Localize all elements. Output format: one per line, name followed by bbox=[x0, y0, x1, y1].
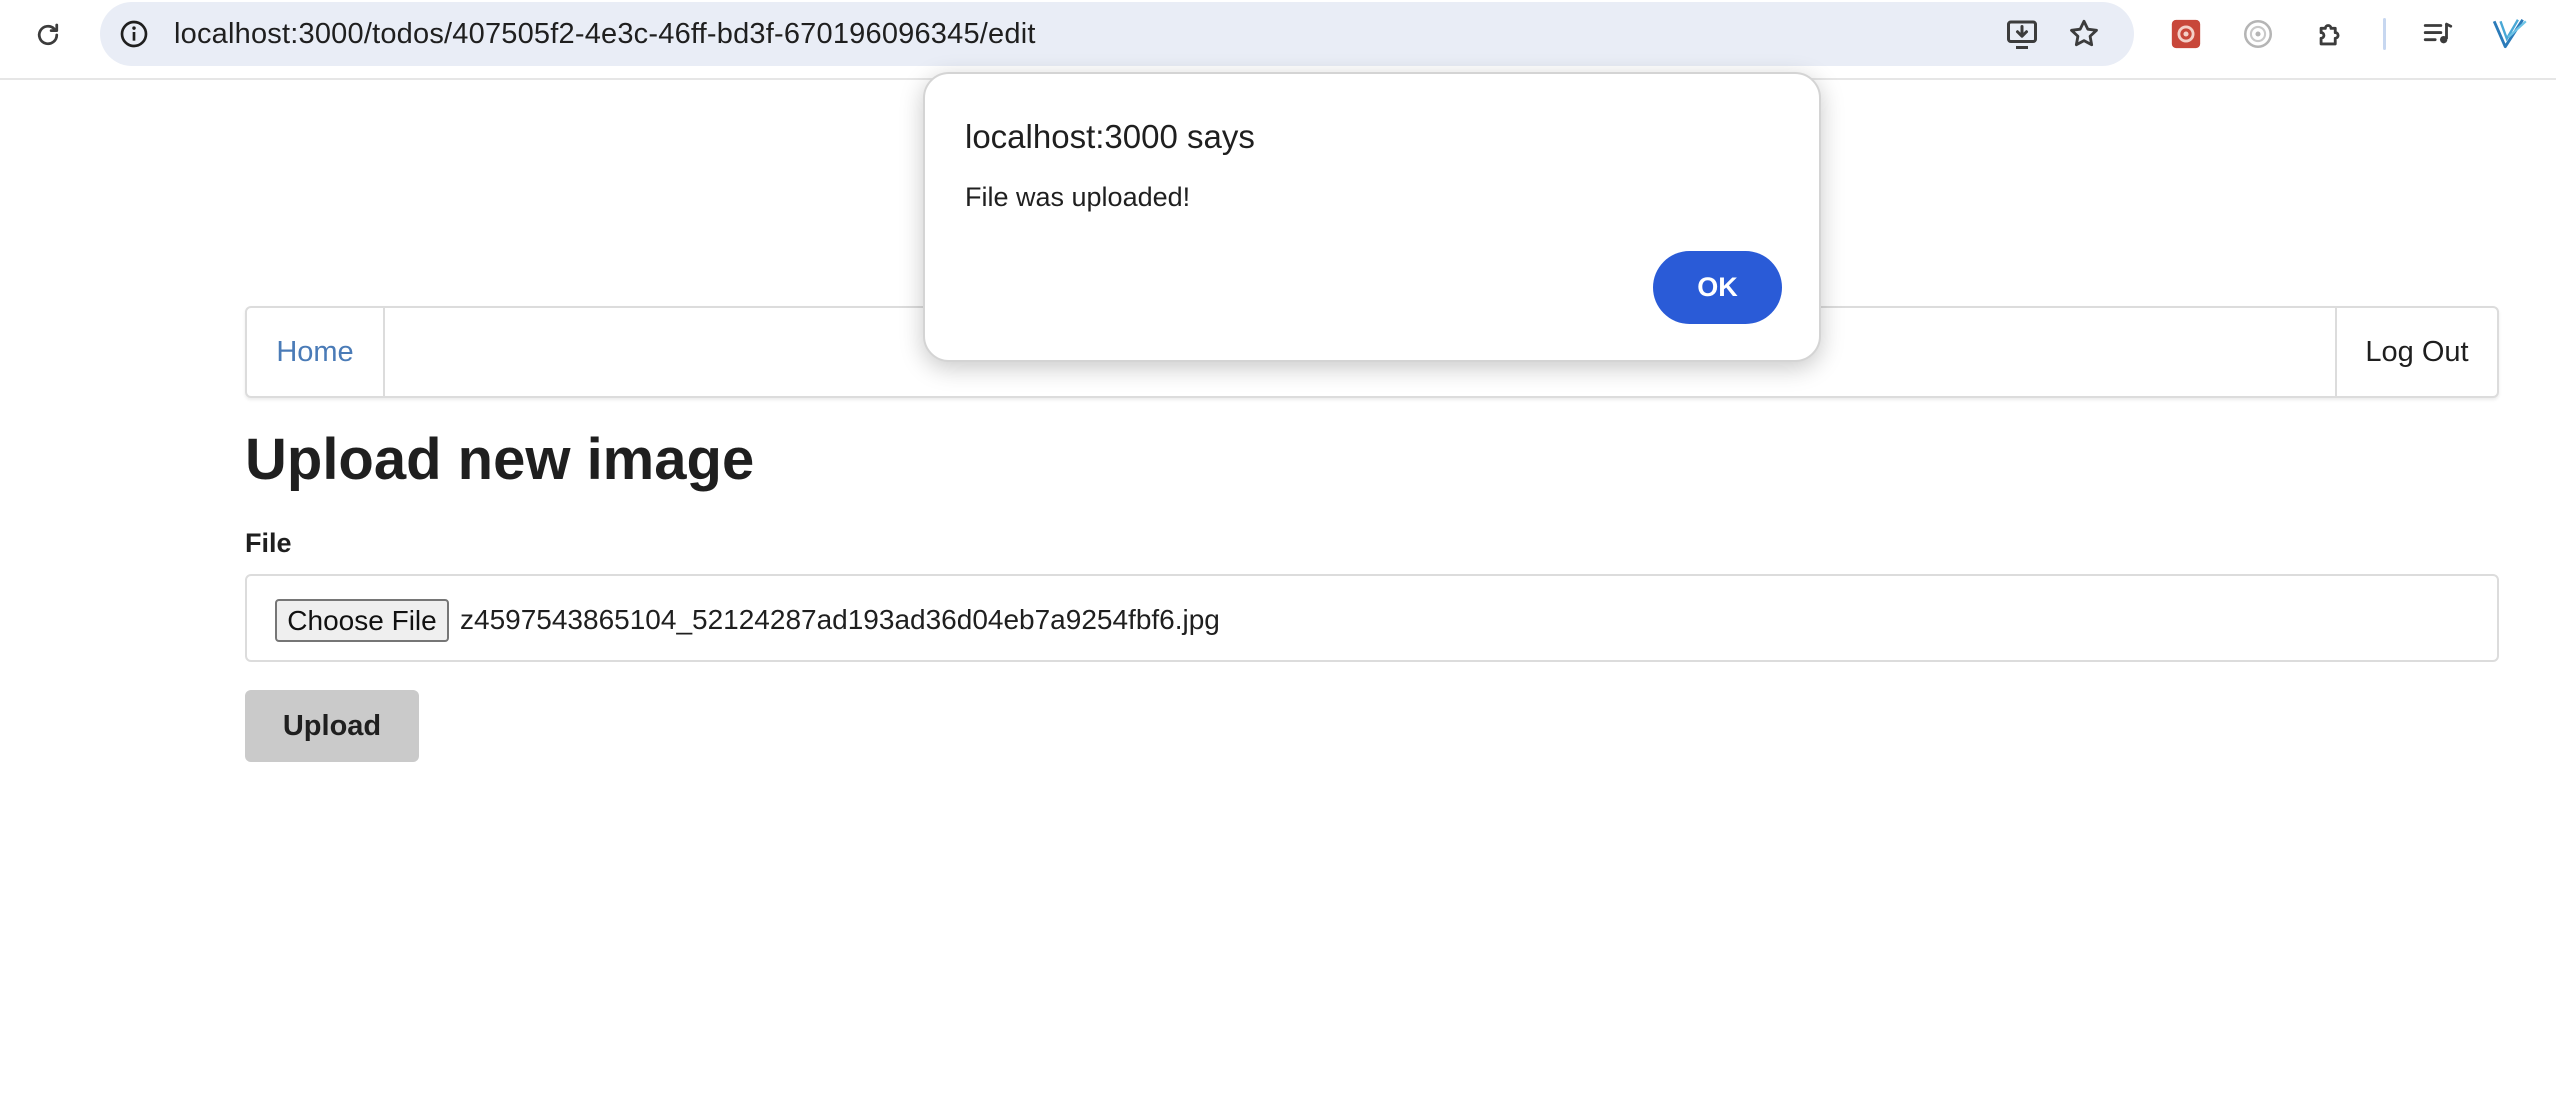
reload-icon[interactable] bbox=[30, 17, 66, 53]
media-control-icon[interactable] bbox=[2418, 14, 2458, 54]
info-icon[interactable] bbox=[116, 16, 152, 52]
v-logo-icon[interactable] bbox=[2490, 14, 2530, 54]
gray-extension-icon[interactable] bbox=[2238, 14, 2278, 54]
install-app-icon[interactable] bbox=[2004, 16, 2040, 52]
address-bar[interactable]: localhost:3000/todos/407505f2-4e3c-46ff-… bbox=[100, 2, 2134, 66]
file-label: File bbox=[245, 528, 292, 558]
choose-file-button[interactable]: Choose File bbox=[275, 599, 449, 642]
red-extension-icon[interactable] bbox=[2166, 14, 2206, 54]
star-icon[interactable] bbox=[2066, 16, 2102, 52]
nav-home-link[interactable]: Home bbox=[247, 308, 385, 396]
puzzle-icon[interactable] bbox=[2311, 14, 2351, 54]
browser-toolbar: localhost:3000/todos/407505f2-4e3c-46ff-… bbox=[0, 0, 2556, 80]
toolbar-divider bbox=[2383, 18, 2386, 50]
dialog-message: File was uploaded! bbox=[965, 182, 1191, 212]
logout-link[interactable]: Log Out bbox=[2335, 308, 2497, 396]
url-text[interactable]: localhost:3000/todos/407505f2-4e3c-46ff-… bbox=[174, 2, 1036, 66]
file-input[interactable]: Choose File z4597543865104_52124287ad193… bbox=[245, 574, 2499, 662]
alert-dialog: localhost:3000 says File was uploaded! O… bbox=[923, 72, 1821, 362]
page-title: Upload new image bbox=[245, 427, 755, 492]
upload-button[interactable]: Upload bbox=[245, 690, 419, 762]
selected-file-name: z4597543865104_52124287ad193ad36d04eb7a9… bbox=[460, 604, 1220, 635]
dialog-title: localhost:3000 says bbox=[965, 118, 1255, 155]
ok-button[interactable]: OK bbox=[1653, 251, 1782, 324]
